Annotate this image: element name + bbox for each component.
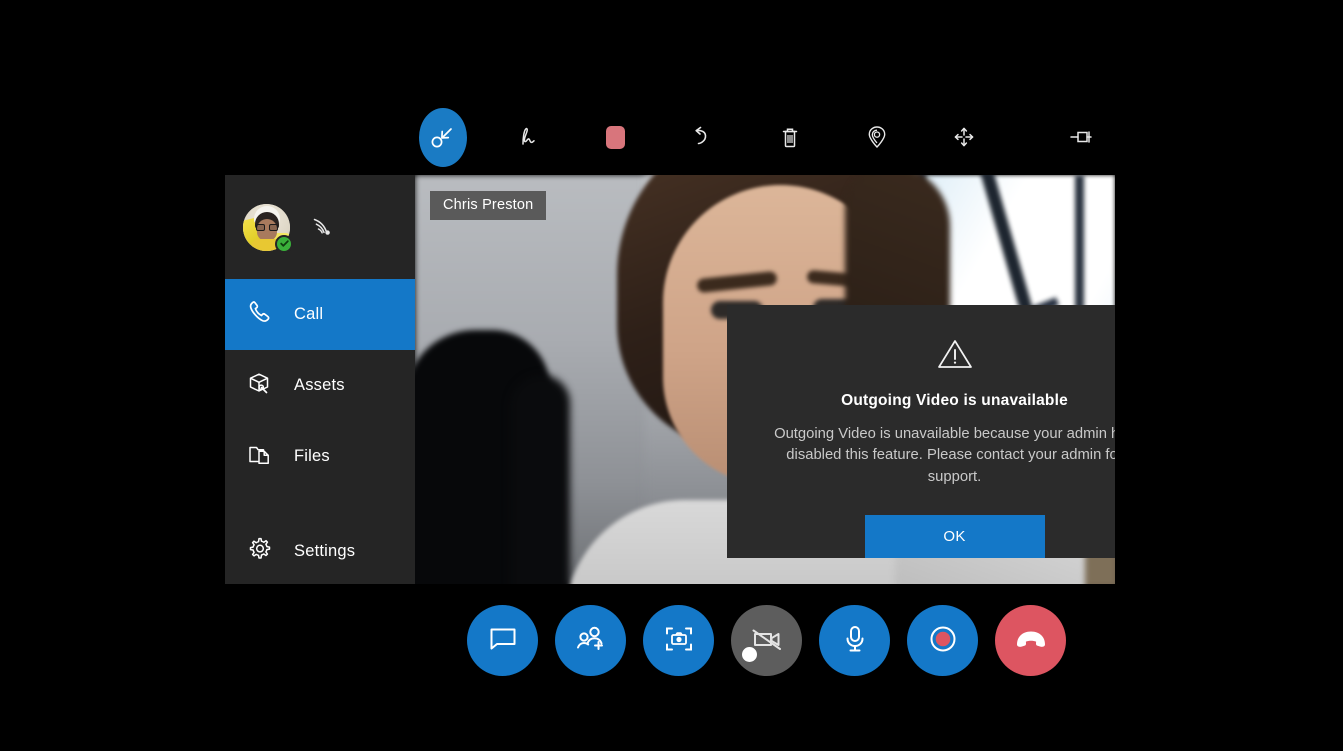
- sidebar-item-files[interactable]: Files: [225, 421, 415, 492]
- delete-tool[interactable]: [756, 105, 823, 169]
- app-window: Call Assets: [225, 175, 1115, 584]
- ink-pen-tool[interactable]: [494, 105, 561, 169]
- sidebar-item-label: Files: [294, 447, 330, 466]
- sidebar-item-label: Assets: [294, 376, 345, 395]
- trash-icon: [776, 123, 804, 151]
- add-person-icon: [574, 624, 608, 657]
- mouse-pointer: [742, 647, 757, 662]
- screen: Call Assets: [0, 0, 1343, 751]
- undo-icon: [688, 123, 716, 151]
- pointer-cursor-icon: [419, 108, 467, 167]
- ok-button[interactable]: OK: [865, 515, 1045, 558]
- add-participant-button[interactable]: [555, 605, 626, 676]
- dialog-message: Outgoing Video is unavailable because yo…: [760, 424, 1116, 488]
- camera-snapshot-icon: [663, 624, 695, 657]
- location-anchor-icon: [862, 122, 892, 152]
- call-controls: [467, 605, 1067, 677]
- pointer-select-tool[interactable]: [403, 105, 470, 169]
- participant-name-badge: Chris Preston: [430, 191, 546, 220]
- assets-box-icon: [245, 368, 275, 403]
- sidebar-item-settings[interactable]: Settings: [225, 516, 415, 587]
- chat-bubble-icon: [487, 624, 519, 657]
- sidebar-item-label: Settings: [294, 542, 355, 561]
- video-stage: Chris Preston Outgoing Video is unavaila…: [415, 175, 1115, 584]
- sidebar-item-call[interactable]: Call: [225, 279, 415, 350]
- red-color-swatch-icon: [606, 126, 625, 149]
- microphone-icon: [841, 623, 869, 658]
- microphone-button[interactable]: [819, 605, 890, 676]
- outgoing-video-dialog: Outgoing Video is unavailable Outgoing V…: [727, 305, 1115, 558]
- avatar[interactable]: [243, 204, 290, 251]
- dialog-title: Outgoing Video is unavailable: [841, 392, 1068, 410]
- end-call-icon: [1013, 628, 1049, 653]
- chat-button[interactable]: [467, 605, 538, 676]
- annotation-toolbar: [403, 105, 1115, 169]
- pin-marker-icon: [1066, 123, 1096, 151]
- move-arrows-icon: [950, 123, 978, 151]
- end-call-button[interactable]: [995, 605, 1066, 676]
- record-icon: [926, 622, 960, 659]
- phone-icon: [245, 297, 275, 332]
- wifi-signal-icon: [308, 214, 336, 240]
- color-swatch-red[interactable]: [582, 105, 649, 169]
- pin-marker-tool[interactable]: [1048, 105, 1115, 169]
- sidebar-item-assets[interactable]: Assets: [225, 350, 415, 421]
- undo-tool[interactable]: [669, 105, 736, 169]
- move-tool[interactable]: [931, 105, 998, 169]
- sidebar-item-label: Call: [294, 305, 323, 324]
- warning-triangle-icon: [936, 337, 974, 376]
- profile-row: [225, 175, 415, 279]
- anchor-pin-tool[interactable]: [843, 105, 910, 169]
- video-toggle-button[interactable]: [731, 605, 802, 676]
- sidebar: Call Assets: [225, 175, 415, 584]
- pointer-select-tool-highlight: [419, 107, 467, 167]
- presence-available-icon: [275, 235, 293, 253]
- ink-pen-icon: [513, 122, 543, 152]
- sidebar-nav: Call Assets: [225, 279, 415, 587]
- snapshot-button[interactable]: [643, 605, 714, 676]
- files-folder-icon: [245, 439, 275, 474]
- record-button[interactable]: [907, 605, 978, 676]
- gear-icon: [245, 534, 275, 569]
